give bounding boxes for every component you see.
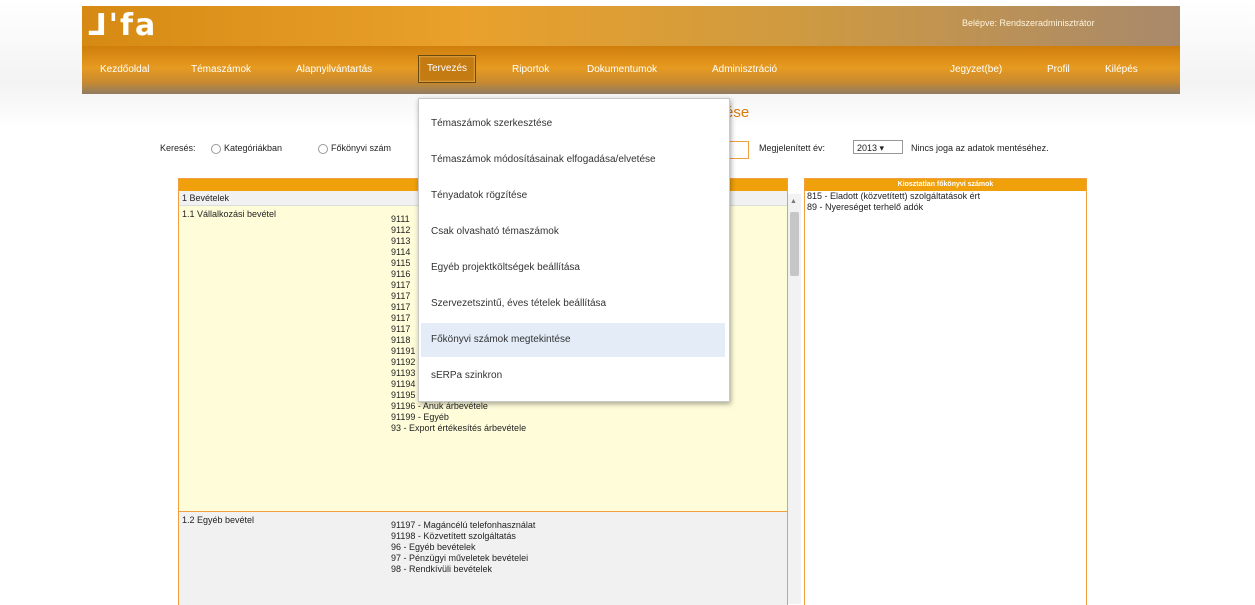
account-item[interactable]: 91196 - Anuk árbevétele: [391, 401, 526, 412]
nav-item-reports[interactable]: Riportok: [512, 58, 549, 82]
no-permission-text: Nincs joga az adatok mentéséhez.: [911, 143, 1049, 153]
radio-ledger-number[interactable]: Főkönyvi szám: [312, 138, 391, 158]
unassigned-accounts-panel: Kiosztatlan főkönyvi számok 815 - Eladot…: [804, 178, 1087, 605]
menu-item-edit-project-numbers[interactable]: Témaszámok szerkesztése: [421, 107, 725, 141]
chevron-down-icon: ▾: [879, 143, 885, 153]
list-item[interactable]: 815 - Eladott (közvetített) szolgáltatás…: [805, 191, 1086, 202]
account-item[interactable]: 91197 - Magáncélú telefonhasználat: [391, 520, 535, 531]
planning-dropdown-menu: Témaszámok szerkesztése Témaszámok módos…: [418, 98, 730, 402]
menu-item-organization-annual-items[interactable]: Szervezetszintű, éves tételek beállítása: [421, 287, 725, 321]
list-item[interactable]: 89 - Nyereséget terhelő adók: [805, 202, 1086, 213]
nav-item-profile[interactable]: Profil: [1047, 58, 1070, 82]
login-status: Belépve: Rendszeradminisztrátor: [962, 18, 1095, 28]
account-item[interactable]: 97 - Pénzügyi műveletek bevételei: [391, 553, 535, 564]
group-other-revenue[interactable]: 1.2 Egyéb bevétel 91197 - Magáncélú tele…: [179, 512, 787, 605]
account-item[interactable]: 91199 - Egyéb: [391, 412, 526, 423]
account-item[interactable]: 91198 - Közvetített szolgáltatás: [391, 531, 535, 542]
account-item[interactable]: 98 - Rendkívüli bevételek: [391, 564, 535, 575]
menu-item-accept-modifications[interactable]: Témaszámok módosításainak elfogadása/elv…: [421, 143, 725, 177]
menu-item-other-project-costs[interactable]: Egyéb projektköltségek beállítása: [421, 251, 725, 285]
nav-item-planning[interactable]: Tervezés: [418, 55, 477, 83]
search-input[interactable]: [728, 141, 749, 159]
year-select[interactable]: 2013 ▾: [853, 140, 903, 154]
group-label: 1.2 Egyéb bevétel: [182, 515, 255, 525]
app-logo[interactable]: ᒧ'fa: [88, 8, 157, 44]
unassigned-panel-header: Kiosztatlan főkönyvi számok: [805, 179, 1086, 191]
nav-item-documents[interactable]: Dokumentumok: [587, 58, 657, 82]
account-list: 91197 - Magáncélú telefonhasználat 91198 …: [391, 520, 535, 575]
menu-item-serpa-sync[interactable]: sERPa szinkron: [421, 359, 725, 393]
scroll-up-icon[interactable]: ▲: [790, 198, 797, 205]
year-select-value: 2013: [857, 143, 878, 153]
menu-item-view-ledger-numbers[interactable]: Főkönyvi számok megtekintése: [421, 323, 725, 357]
radio-icon[interactable]: [211, 143, 221, 154]
radio-categories[interactable]: Kategóriákban: [205, 138, 282, 158]
account-item[interactable]: 96 - Egyéb bevételek: [391, 542, 535, 553]
group-label: 1.1 Vállalkozási bevétel: [182, 209, 277, 219]
menu-item-record-actuals[interactable]: Tényadatok rögzítése: [421, 179, 725, 213]
scrollbar[interactable]: ▲: [788, 194, 801, 604]
radio-ledger-number-label: Főkönyvi szám: [331, 143, 392, 153]
menu-item-readonly-project-numbers[interactable]: Csak olvasható témaszámok: [421, 215, 725, 249]
search-label: Keresés:: [160, 143, 196, 153]
nav-item-base-register[interactable]: Alapnyilvántartás: [296, 58, 372, 82]
nav-item-project-numbers[interactable]: Témaszámok: [191, 58, 251, 82]
nav-item-administration[interactable]: Adminisztráció: [712, 58, 777, 82]
nav-item-home[interactable]: Kezdőoldal: [100, 58, 149, 82]
nav-item-logout[interactable]: Kilépés: [1105, 58, 1138, 82]
account-item[interactable]: 93 - Export értékesítés árbevétele: [391, 423, 526, 434]
radio-icon[interactable]: [318, 143, 328, 154]
scroll-thumb[interactable]: [790, 212, 799, 276]
year-label: Megjelenített év:: [759, 143, 826, 153]
radio-categories-label: Kategóriákban: [224, 143, 283, 153]
nav-item-notes[interactable]: Jegyzet(be): [950, 58, 1002, 82]
